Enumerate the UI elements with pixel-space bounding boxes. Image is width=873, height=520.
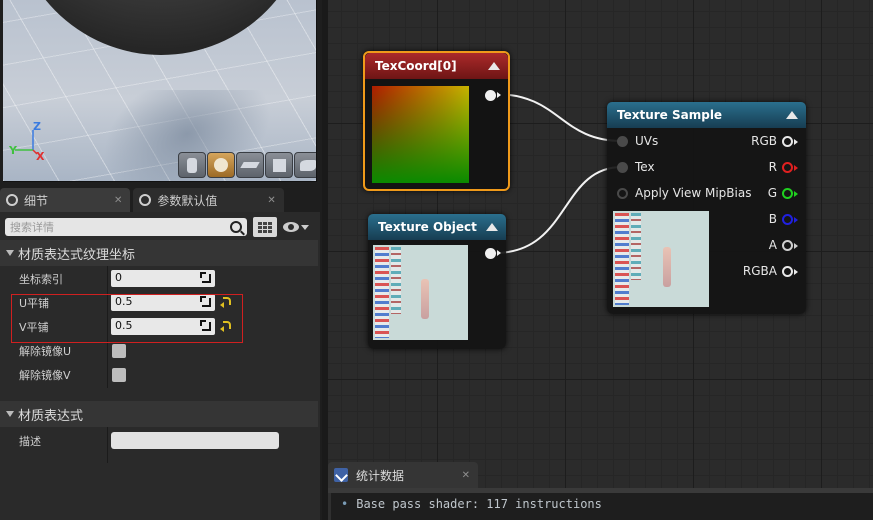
stats-document-icon — [334, 468, 348, 482]
search-placeholder: 搜索详情 — [10, 221, 54, 234]
texture-thumbnail — [373, 245, 468, 340]
output-pin-a[interactable] — [782, 240, 798, 251]
tab-details[interactable]: 细节 ✕ — [0, 188, 131, 212]
panel-splitter[interactable] — [322, 0, 328, 520]
eye-icon — [283, 222, 299, 232]
close-icon[interactable]: ✕ — [462, 470, 470, 481]
input-pin-tex[interactable] — [617, 162, 628, 173]
category-texcoord-title: 材质表达式纹理坐标 — [18, 247, 136, 263]
output-pin[interactable] — [485, 90, 501, 101]
node-texture-sample-header[interactable]: Texture Sample — [607, 102, 806, 128]
cylinder-preview-icon[interactable] — [178, 152, 206, 178]
prop-unmirror-v: 解除镜像V — [0, 363, 318, 387]
chevron-down-icon — [301, 224, 309, 230]
thumbnail-icons — [375, 247, 389, 338]
stats-panel: • Base pass shader: 117 instructions — [328, 493, 873, 520]
details-search-input[interactable]: 搜索详情 — [5, 218, 247, 236]
collapse-icon[interactable] — [488, 62, 500, 70]
drag-grip-icon — [200, 272, 211, 283]
output-label-g: G — [767, 186, 777, 200]
prop-label: 解除镜像U — [19, 345, 72, 358]
bullet-icon: • — [341, 497, 349, 511]
chevron-down-icon — [6, 250, 14, 256]
texture-sample-thumbnail — [613, 211, 709, 307]
thumbnail-icons — [391, 247, 401, 314]
tab-parameter-defaults[interactable]: 参数默认值 ✕ — [133, 188, 284, 212]
unmirror-v-checkbox[interactable] — [112, 368, 126, 382]
output-pin-b[interactable] — [782, 214, 798, 225]
details-tab-bar: 细节 ✕ 参数默认值 ✕ — [0, 188, 322, 212]
stats-message-text: Base pass shader: 117 instructions — [356, 497, 602, 511]
tab-stats-label: 统计数据 — [356, 468, 405, 483]
node-texcoord-header[interactable]: TexCoord[0] — [365, 53, 508, 79]
texcoord-preview — [372, 86, 469, 183]
category-expression-title: 材质表达式 — [18, 408, 84, 424]
tab-details-label: 细节 — [24, 193, 49, 208]
prop-label: 坐标索引 — [19, 273, 63, 286]
close-icon[interactable]: ✕ — [267, 195, 275, 206]
output-label-a: A — [768, 238, 777, 252]
output-label-rgb: RGB — [751, 134, 777, 148]
prop-label: 解除镜像V — [19, 369, 71, 382]
prop-description: 描述 — [0, 429, 318, 453]
thumbnail-icons — [615, 213, 629, 305]
prop-label: 描述 — [19, 435, 41, 448]
node-texture-object[interactable]: Texture Object — [368, 214, 506, 349]
tab-parameter-defaults-label: 参数默认值 — [157, 193, 218, 208]
left-column: Z Y X 细节 ✕ 参数默认值 ✕ 搜索详情 材质表达式纹理坐标 坐标索引 0… — [0, 0, 322, 520]
stats-message: • Base pass shader: 117 instructions — [341, 497, 602, 511]
sphere-preview-icon[interactable] — [207, 152, 235, 178]
close-icon[interactable]: ✕ — [114, 195, 122, 206]
cube-preview-icon[interactable] — [265, 152, 293, 178]
details-panel: 搜索详情 材质表达式纹理坐标 坐标索引 0 U平铺 0.5 V平铺 0.5 解除… — [0, 212, 320, 520]
thumbnail-figure — [663, 247, 671, 287]
tab-stats[interactable]: 统计数据 ✕ — [328, 462, 478, 488]
view-options-button[interactable] — [283, 219, 313, 235]
chevron-down-icon — [6, 411, 14, 417]
category-expression-header[interactable]: 材质表达式 — [0, 401, 318, 427]
node-title: Texture Object — [378, 220, 477, 234]
input-pin-mipbias[interactable] — [617, 188, 628, 199]
node-texture-object-header[interactable]: Texture Object — [368, 214, 506, 240]
collapse-icon[interactable] — [786, 111, 798, 119]
output-pin-rgba[interactable] — [782, 266, 798, 277]
collapse-icon[interactable] — [486, 223, 498, 231]
thumbnail-figure — [421, 279, 429, 319]
node-title: TexCoord[0] — [375, 59, 457, 73]
field-value: 0 — [115, 271, 122, 284]
custom-mesh-preview-icon[interactable] — [294, 152, 316, 178]
input-label-tex: Tex — [635, 160, 655, 174]
output-label-r: R — [768, 160, 777, 174]
description-field[interactable] — [111, 432, 279, 449]
node-title: Texture Sample — [617, 108, 723, 122]
output-pin-rgb[interactable] — [782, 136, 798, 147]
input-label-uvs: UVs — [635, 134, 659, 148]
info-icon — [6, 194, 18, 206]
property-matrix-icon[interactable] — [253, 217, 277, 237]
output-pin[interactable] — [485, 248, 501, 259]
material-preview-viewport[interactable]: Z Y X — [3, 0, 317, 182]
axis-gizmo-icon — [15, 130, 38, 155]
prop-coordinate-index: 坐标索引 0 — [0, 267, 318, 291]
preview-mesh-toolbar — [178, 152, 316, 178]
unmirror-u-checkbox[interactable] — [112, 344, 126, 358]
output-pin-g[interactable] — [782, 188, 798, 199]
node-texcoord[interactable]: TexCoord[0] — [363, 51, 510, 191]
thumbnail-icons — [631, 213, 641, 281]
plane-preview-icon[interactable] — [236, 152, 264, 178]
coordinate-index-field[interactable]: 0 — [111, 270, 215, 287]
details-search-row: 搜索详情 — [5, 216, 315, 238]
node-texture-sample[interactable]: Texture Sample UVs Tex Apply View MipBia… — [607, 102, 806, 314]
search-icon — [230, 221, 242, 233]
output-label-b: B — [768, 212, 777, 226]
output-label-rgba: RGBA — [742, 264, 777, 278]
input-pin-uvs[interactable] — [617, 136, 628, 147]
input-label-mipbias: Apply View MipBias — [635, 186, 752, 200]
tiling-highlight-box — [11, 294, 243, 343]
info-icon — [139, 194, 152, 206]
category-texcoord-header[interactable]: 材质表达式纹理坐标 — [0, 240, 318, 266]
output-pin-r[interactable] — [782, 162, 798, 173]
